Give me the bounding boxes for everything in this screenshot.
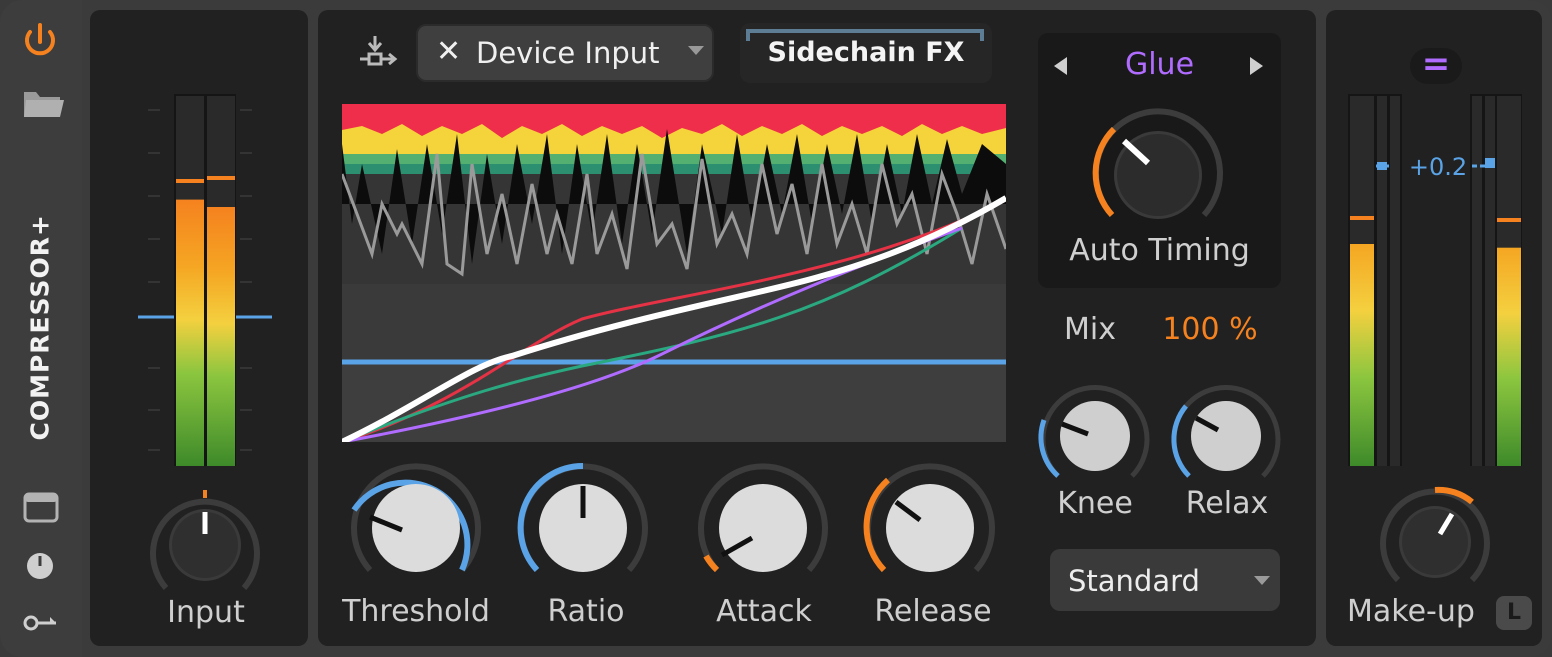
preset-name[interactable]: Glue <box>1038 47 1281 82</box>
input-label: Input <box>167 595 245 630</box>
release-label: Release <box>874 594 992 629</box>
compressor-plugin-window: COMPRESSOR+ Input ✕ Device Input Sidecha… <box>0 0 1552 657</box>
input-panel: Input <box>90 10 308 646</box>
equal-link-icon[interactable]: = <box>1410 44 1462 84</box>
compression-graph <box>342 104 1006 442</box>
mix-value[interactable]: 100 % <box>1150 312 1270 347</box>
attack-label: Attack <box>716 594 812 629</box>
output-meter-right <box>1497 247 1521 466</box>
close-icon[interactable]: ✕ <box>436 34 461 69</box>
output-gain-readout[interactable]: +0.2 <box>1398 153 1478 181</box>
sidechain-fx-button[interactable]: Sidechain FX <box>740 23 992 83</box>
chevron-down-icon <box>688 46 704 55</box>
input-knob[interactable] <box>150 490 260 590</box>
auto-timing-knob[interactable] <box>1038 103 1281 233</box>
knee-relax-knobs <box>1038 385 1281 478</box>
knee-label: Knee <box>1057 486 1133 521</box>
relax-label: Relax <box>1185 486 1269 521</box>
auto-timing-label: Auto Timing <box>1069 233 1250 268</box>
device-title: COMPRESSOR+ <box>25 214 55 441</box>
output-meter-left <box>1350 244 1374 466</box>
threshold-knob[interactable] <box>351 463 481 573</box>
knee-knob[interactable] <box>1038 385 1150 478</box>
link-badge[interactable]: L <box>1496 596 1532 630</box>
auto-timing-panel: Glue Auto Timing <box>1038 33 1281 288</box>
output-meter-graphic <box>1348 94 1522 466</box>
mode-dropdown[interactable]: Standard <box>1050 549 1280 611</box>
mode-dropdown-value: Standard <box>1068 564 1200 598</box>
makeup-knob[interactable] <box>1376 484 1496 594</box>
sidechain-input-dropdown[interactable]: ✕ Device Input <box>416 24 714 82</box>
ratio-label: Ratio <box>547 594 625 629</box>
mix-label: Mix <box>1064 312 1116 347</box>
ratio-knob[interactable] <box>517 462 648 573</box>
relax-knob[interactable] <box>1171 385 1281 478</box>
input-meter-left <box>176 199 204 466</box>
main-knobs-graphic <box>351 462 995 573</box>
sidechain-routing-icon[interactable] <box>358 34 398 74</box>
makeup-label: Make-up <box>1347 594 1475 629</box>
release-knob[interactable] <box>863 463 995 573</box>
sidechain-fx-label: Sidechain FX <box>767 37 965 68</box>
clock-icon[interactable] <box>27 553 53 579</box>
key-icon[interactable] <box>23 615 56 631</box>
input-meter-graphic <box>138 94 272 590</box>
threshold-label: Threshold <box>342 594 490 629</box>
device-sidebar: COMPRESSOR+ <box>0 0 82 657</box>
eq-badge-text: = <box>1421 44 1451 84</box>
attack-knob[interactable] <box>698 463 828 573</box>
folder-icon[interactable] <box>24 92 64 117</box>
input-meter-right <box>207 207 235 466</box>
window-icon[interactable] <box>23 492 59 523</box>
chevron-down-icon <box>1254 576 1270 585</box>
power-icon[interactable] <box>25 23 55 56</box>
sidechain-input-label: Device Input <box>476 36 660 70</box>
